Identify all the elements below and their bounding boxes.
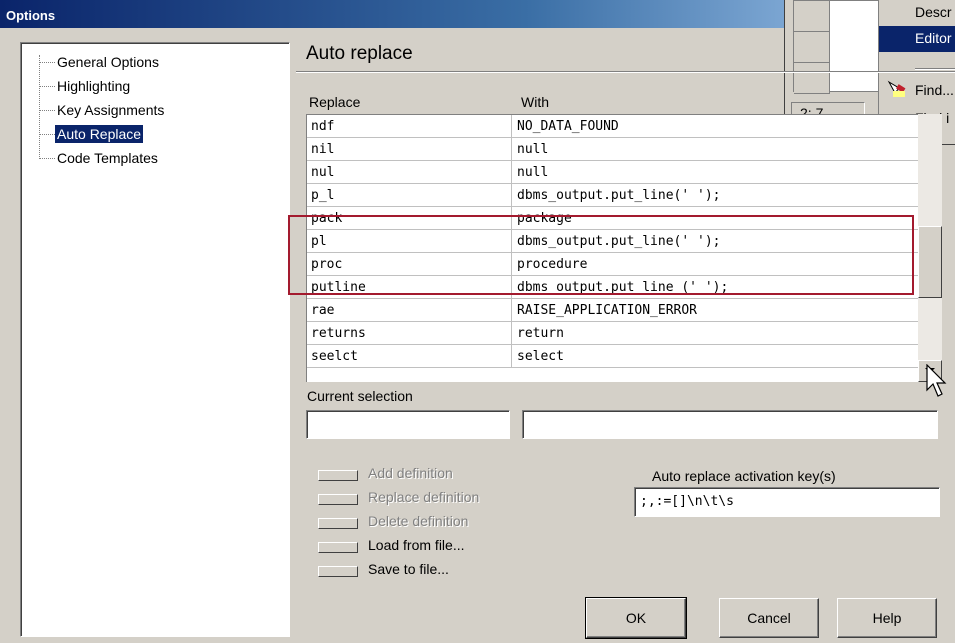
replace-cell: nul [307, 161, 512, 184]
save-to-file-label: Save to file... [368, 561, 449, 577]
tree-item-label: Key Assignments [57, 102, 165, 118]
background-grid-cell [794, 1, 830, 32]
tree-item-key-assignments[interactable]: Key Assignments [21, 101, 166, 119]
replace-cell: seelct [307, 345, 512, 368]
context-menu-item-describe[interactable]: Descr [879, 0, 955, 26]
load-from-file-button[interactable] [318, 542, 358, 553]
current-with-input[interactable] [522, 410, 938, 439]
with-cell: RAISE_APPLICATION_ERROR [517, 303, 698, 318]
tree-item-label: Auto Replace [55, 125, 144, 143]
options-tree: General Options Highlighting Key Assignm… [20, 42, 290, 637]
replace-cell: putline [307, 276, 512, 299]
replace-cell: rae [307, 299, 512, 322]
context-menu-item-find[interactable]: Find... [879, 78, 955, 104]
context-menu-separator [915, 68, 955, 70]
add-definition-button[interactable] [318, 470, 358, 481]
tree-item-general-options[interactable]: General Options [21, 53, 161, 71]
replace-cell: proc [307, 253, 512, 276]
delete-definition-button[interactable] [318, 518, 358, 529]
table-row[interactable]: rae RAISE_APPLICATION_ERROR [307, 299, 918, 322]
tree-item-label: Highlighting [57, 78, 131, 94]
table-row[interactable]: pack package [307, 207, 918, 230]
context-menu-item-editor[interactable]: Editor [879, 26, 955, 52]
with-cell: procedure [517, 257, 588, 272]
with-cell: dbms_output.put_line(' '); [517, 188, 721, 203]
panel-title-divider [296, 71, 955, 73]
activation-keys-label: Auto replace activation key(s) [652, 468, 836, 484]
save-to-file-button[interactable] [318, 566, 358, 577]
table-row[interactable]: p_l dbms_output.put_line(' '); [307, 184, 918, 207]
with-cell: NO_DATA_FOUND [517, 119, 619, 134]
panel-title: Auto replace [306, 43, 413, 64]
add-definition-label: Add definition [368, 465, 453, 481]
table-row[interactable]: nul null [307, 161, 918, 184]
with-cell: package [517, 211, 572, 226]
table-row[interactable]: ndf NO_DATA_FOUND [307, 115, 918, 138]
current-replace-input[interactable] [306, 410, 510, 439]
replace-table: ndf NO_DATA_FOUND nil null nul null p_l … [306, 114, 918, 382]
help-button[interactable]: Help [837, 598, 937, 638]
column-header-replace[interactable]: Replace [309, 94, 360, 110]
table-row[interactable]: nil null [307, 138, 918, 161]
replace-definition-button[interactable] [318, 494, 358, 505]
delete-definition-label: Delete definition [368, 513, 469, 529]
ok-button[interactable]: OK [585, 597, 687, 639]
tree-item-label: General Options [57, 54, 159, 70]
column-header-with[interactable]: With [521, 94, 549, 110]
table-row[interactable]: putline dbms_output.put_line (' '); [307, 276, 918, 299]
background-grid-cell [794, 63, 830, 94]
replace-cell: returns [307, 322, 512, 345]
table-row[interactable] [307, 368, 918, 382]
replace-cell: p_l [307, 184, 512, 207]
with-cell: dbms_output.put_line(' '); [517, 234, 721, 249]
current-selection-label: Current selection [307, 388, 413, 404]
tree-item-highlighting[interactable]: Highlighting [21, 77, 132, 95]
mouse-cursor-icon [926, 363, 948, 402]
replace-cell: nil [307, 138, 512, 161]
with-cell: null [517, 142, 549, 157]
with-cell: null [517, 165, 549, 180]
table-row[interactable]: returns return [307, 322, 918, 345]
activation-keys-value: ;,:=[]\n\t\s [640, 494, 734, 509]
replace-cell: pl [307, 230, 512, 253]
background-grid-cell [794, 32, 830, 63]
scrollbar-thumb[interactable] [918, 226, 942, 298]
background-grid [793, 0, 879, 94]
tree-item-label: Code Templates [57, 150, 158, 166]
table-row[interactable]: seelct select [307, 345, 918, 368]
load-from-file-label: Load from file... [368, 537, 465, 553]
with-cell: dbms_output.put_line (' '); [517, 280, 729, 295]
with-cell: select [517, 349, 564, 364]
activation-keys-input[interactable]: ;,:=[]\n\t\s [634, 487, 940, 517]
cancel-button[interactable]: Cancel [719, 598, 819, 638]
table-scrollbar[interactable] [918, 114, 942, 382]
replace-definition-label: Replace definition [368, 489, 480, 505]
replace-cell: pack [307, 207, 512, 230]
tree-item-auto-replace[interactable]: Auto Replace [21, 125, 144, 143]
table-row[interactable]: pl dbms_output.put_line(' '); [307, 230, 918, 253]
table-row[interactable]: proc procedure [307, 253, 918, 276]
replace-cell: ndf [307, 115, 512, 138]
with-cell: return [517, 326, 564, 341]
tree-item-code-templates[interactable]: Code Templates [21, 149, 160, 167]
